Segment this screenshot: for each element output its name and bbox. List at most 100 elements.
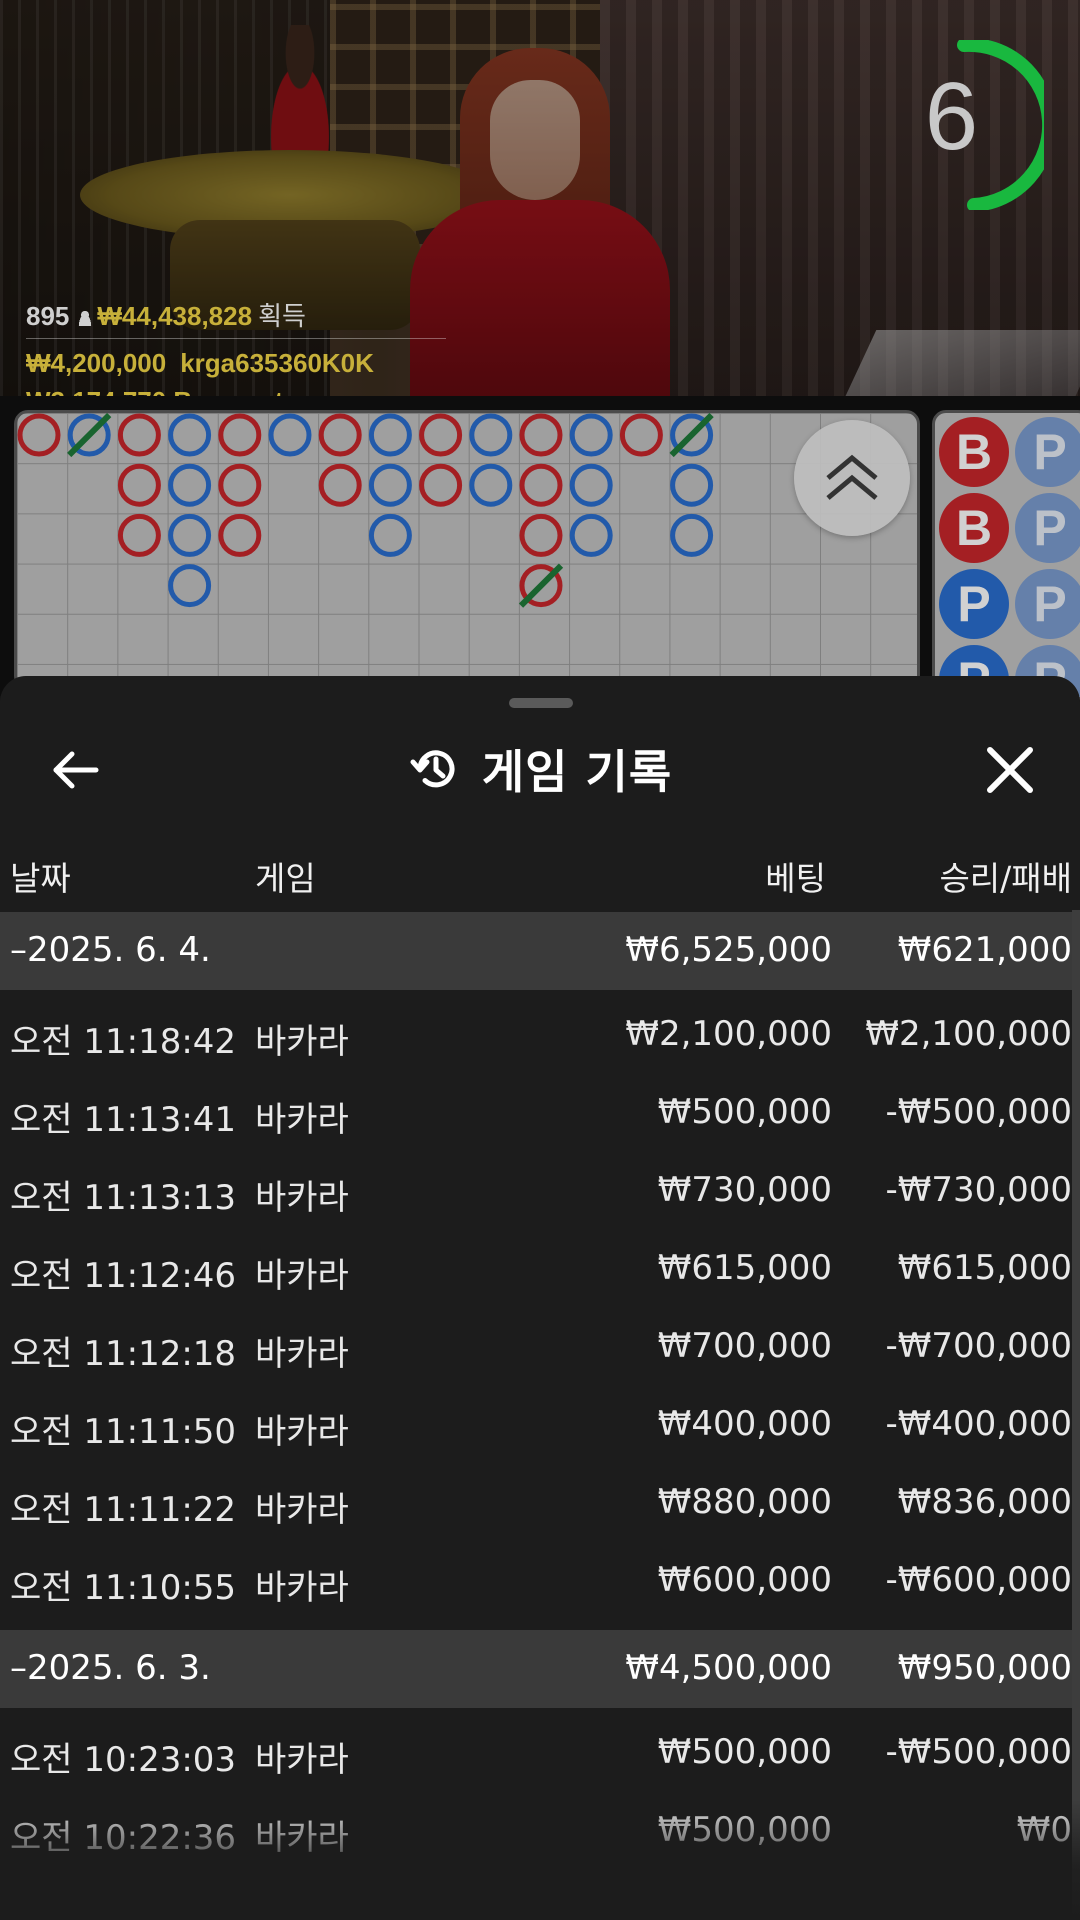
row-game: 바카라: [255, 1568, 349, 1608]
player-marker: [569, 463, 613, 507]
viewer-count: 895: [26, 301, 70, 331]
player-marker: [569, 413, 613, 457]
group-win-loss-total: ₩950,000: [897, 1648, 1072, 1688]
row-bet: ₩500,000: [657, 1810, 832, 1850]
banker-marker: [218, 413, 262, 457]
countdown-timer: 6: [904, 40, 1044, 210]
person-icon: [77, 310, 94, 327]
banker-marker: [17, 413, 61, 457]
total-win-amount: ₩44,438,828: [97, 301, 253, 331]
banker-marker: [519, 463, 563, 507]
player-marker: [469, 413, 513, 457]
row-time: 오전 10:22:36: [10, 1818, 237, 1858]
row-time: 오전 11:18:42: [10, 1022, 237, 1062]
row-bet: ₩500,000: [657, 1092, 832, 1132]
row-bet: ₩500,000: [657, 1732, 832, 1772]
row-bet: ₩700,000: [657, 1326, 832, 1366]
row-bet: ₩600,000: [657, 1560, 832, 1600]
row-game: 바카라: [255, 1818, 349, 1858]
last-winner: ₩4,200,000 krga635360K0K: [26, 348, 374, 379]
history-row[interactable]: 오전 10:23:03 바카라 ₩500,000 -₩500,000: [0, 1714, 1072, 1792]
row-time: 오전 10:23:03: [10, 1740, 237, 1780]
history-clock-icon: [410, 750, 455, 788]
row-time: 오전 11:13:13: [10, 1178, 237, 1218]
scrollbar[interactable]: [1072, 910, 1080, 1920]
column-header-win-loss[interactable]: 승리/패배: [939, 852, 1072, 900]
row-bet: ₩880,000: [657, 1482, 832, 1522]
sheet-grabber[interactable]: [509, 698, 573, 708]
player-bead: P: [939, 569, 1009, 639]
group-date: –2025. 6. 4.: [10, 930, 211, 970]
row-bet: ₩730,000: [657, 1170, 832, 1210]
history-row[interactable]: 오전 11:13:41 바카라 ₩500,000 -₩500,000: [0, 1074, 1072, 1152]
row-time: 오전 11:10:55: [10, 1568, 237, 1608]
row-win-loss: ₩2,100,000: [865, 1014, 1072, 1054]
player-marker: [168, 463, 212, 507]
banker-marker: [619, 413, 663, 457]
expand-roadmap-button[interactable]: [794, 420, 910, 536]
player-marker: [368, 463, 412, 507]
row-win-loss: -₩700,000: [885, 1326, 1073, 1366]
game-history-sheet: 게임 기록 날짜 게임 베팅 승리/패배 –2025. 6. 4. ₩6,525…: [0, 676, 1080, 1920]
column-header-bet[interactable]: 베팅: [765, 852, 826, 900]
group-bet-total: ₩6,525,000: [625, 930, 832, 970]
player-bead: P: [1015, 493, 1080, 563]
history-row[interactable]: 오전 11:11:50 바카라 ₩400,000 -₩400,000: [0, 1386, 1072, 1464]
banker-marker: [117, 463, 161, 507]
banker-bead: B: [939, 417, 1009, 487]
banker-marker: [519, 413, 563, 457]
date-group-row[interactable]: –2025. 6. 4. ₩6,525,000 ₩621,000: [0, 912, 1072, 990]
player-marker: [168, 513, 212, 557]
close-button[interactable]: [978, 738, 1042, 802]
row-bet: ₩400,000: [657, 1404, 832, 1444]
row-time: 오전 11:13:41: [10, 1100, 237, 1140]
history-row[interactable]: 오전 11:13:13 바카라 ₩730,000 -₩730,000: [0, 1152, 1072, 1230]
row-game: 바카라: [255, 1412, 349, 1452]
sheet-header: 게임 기록: [0, 736, 1080, 806]
player-bead: P: [1015, 569, 1080, 639]
history-row[interactable]: 오전 11:11:22 바카라 ₩880,000 ₩836,000: [0, 1464, 1072, 1542]
banker-marker: [519, 513, 563, 557]
row-win-loss: -₩600,000: [885, 1560, 1073, 1600]
history-row[interactable]: 오전 11:12:46 바카라 ₩615,000 ₩615,000: [0, 1230, 1072, 1308]
history-row[interactable]: 오전 11:12:18 바카라 ₩700,000 -₩700,000: [0, 1308, 1072, 1386]
group-date: –2025. 6. 3.: [10, 1648, 211, 1688]
sheet-title: 게임 기록: [481, 745, 673, 799]
column-header-game[interactable]: 게임: [255, 852, 316, 900]
row-win-loss: ₩0: [1016, 1810, 1072, 1850]
player-marker: [268, 413, 312, 457]
bead-road[interactable]: BPBPPPPP: [932, 410, 1080, 700]
player-marker: [670, 463, 714, 507]
live-video: 6 895 ₩44,438,828 획득 ₩4,200,000 krga635360K…: [0, 0, 1080, 396]
history-row[interactable]: 오전 10:22:36 바카라 ₩500,000 ₩0: [0, 1792, 1072, 1870]
history-row[interactable]: 오전 11:10:55 바카라 ₩600,000 -₩600,000: [0, 1542, 1072, 1620]
last-winner-user: krga635360K0K: [180, 348, 374, 378]
timer-value: 6: [924, 63, 979, 170]
row-game: 바카라: [255, 1334, 349, 1374]
row-time: 오전 11:11:22: [10, 1490, 237, 1530]
group-bet-total: ₩4,500,000: [625, 1648, 832, 1688]
banker-marker: [117, 413, 161, 457]
row-win-loss: ₩615,000: [897, 1248, 1072, 1288]
history-row[interactable]: 오전 11:18:42 바카라 ₩2,100,000 ₩2,100,000: [0, 996, 1072, 1074]
banker-marker: [318, 413, 362, 457]
big-road[interactable]: [14, 410, 920, 690]
group-win-loss-total: ₩621,000: [897, 930, 1072, 970]
last-winner-amount: ₩4,200,000: [26, 348, 167, 378]
row-game: 바카라: [255, 1256, 349, 1296]
stream-stats: 895 ₩44,438,828 획득: [26, 296, 306, 333]
row-win-loss: -₩730,000: [885, 1170, 1073, 1210]
player-marker: [469, 463, 513, 507]
banker-marker: [218, 463, 262, 507]
row-game: 바카라: [255, 1178, 349, 1218]
player-marker: [168, 564, 212, 608]
row-game: 바카라: [255, 1740, 349, 1780]
row-bet: ₩2,100,000: [625, 1014, 832, 1054]
player-marker: [569, 513, 613, 557]
banker-marker: [419, 463, 463, 507]
column-header-date[interactable]: 날짜: [10, 852, 71, 900]
row-time: 오전 11:12:46: [10, 1256, 237, 1296]
date-group-row[interactable]: –2025. 6. 3. ₩4,500,000 ₩950,000: [0, 1630, 1072, 1708]
player-marker: [368, 413, 412, 457]
player-bead: P: [1015, 417, 1080, 487]
